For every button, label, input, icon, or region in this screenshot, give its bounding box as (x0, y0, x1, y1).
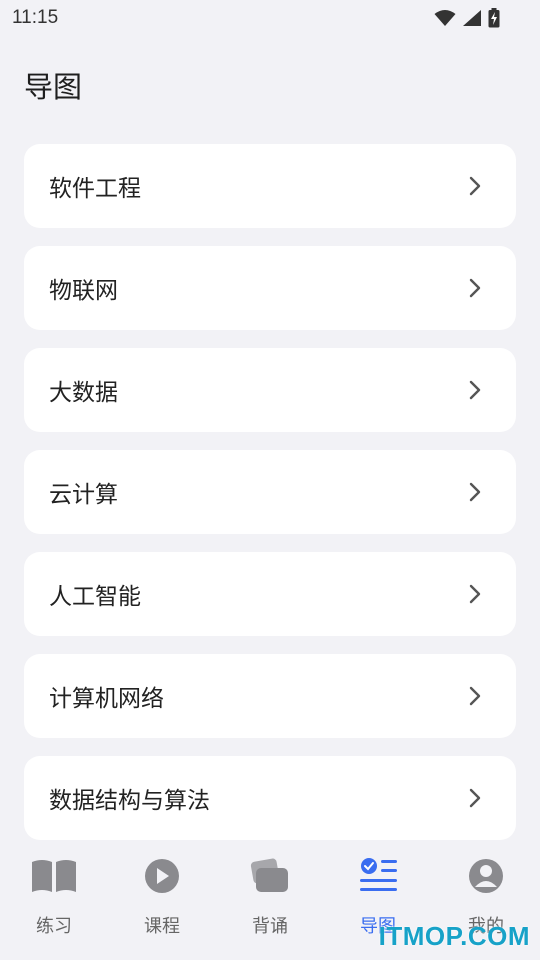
topic-label: 计算机网络 (49, 686, 164, 712)
chevron-right-icon (469, 176, 481, 196)
wifi-icon (434, 10, 456, 26)
status-time: 11:15 (12, 7, 59, 28)
topic-item-iot[interactable]: 物联网 (24, 246, 516, 330)
page-title: 导图 (24, 70, 83, 104)
chevron-right-icon (469, 686, 481, 706)
topic-label: 云计算 (49, 482, 118, 508)
mindmap-list-icon (360, 858, 397, 891)
topic-label: 人工智能 (49, 584, 141, 610)
signal-icon (463, 10, 481, 26)
watermark-logo: ITMOP.COM (378, 921, 530, 951)
chevron-right-icon (469, 380, 481, 400)
topic-label: 物联网 (49, 278, 118, 304)
nav-tab-recite[interactable]: 背诵 (216, 840, 324, 960)
cards-icon (250, 858, 288, 892)
status-bar: 11:15 (0, 0, 540, 36)
chevron-right-icon (469, 278, 481, 298)
topic-item-data-structures[interactable]: 数据结构与算法 (24, 756, 516, 840)
chevron-right-icon (469, 584, 481, 604)
nav-label: 背诵 (252, 916, 288, 937)
topic-list: 软件工程 物联网 大数据 云计算 人工智能 计算机网络 数据结构与算法 (24, 144, 516, 858)
nav-label: 练习 (36, 916, 72, 937)
topic-item-ai[interactable]: 人工智能 (24, 552, 516, 636)
topic-item-software-engineering[interactable]: 软件工程 (24, 144, 516, 228)
topic-label: 软件工程 (49, 176, 141, 202)
play-circle-icon (145, 859, 179, 893)
nav-tab-courses[interactable]: 课程 (108, 840, 216, 960)
battery-charging-icon (488, 8, 500, 28)
nav-label: 课程 (144, 916, 180, 937)
user-profile-icon (469, 859, 503, 893)
nav-tab-practice[interactable]: 练习 (0, 840, 108, 960)
topic-item-computer-network[interactable]: 计算机网络 (24, 654, 516, 738)
status-icons (434, 8, 500, 28)
chevron-right-icon (469, 788, 481, 808)
topic-item-big-data[interactable]: 大数据 (24, 348, 516, 432)
open-book-icon (32, 860, 76, 892)
topic-item-cloud-computing[interactable]: 云计算 (24, 450, 516, 534)
topic-label: 大数据 (49, 380, 118, 406)
topic-label: 数据结构与算法 (49, 788, 210, 814)
chevron-right-icon (469, 482, 481, 502)
